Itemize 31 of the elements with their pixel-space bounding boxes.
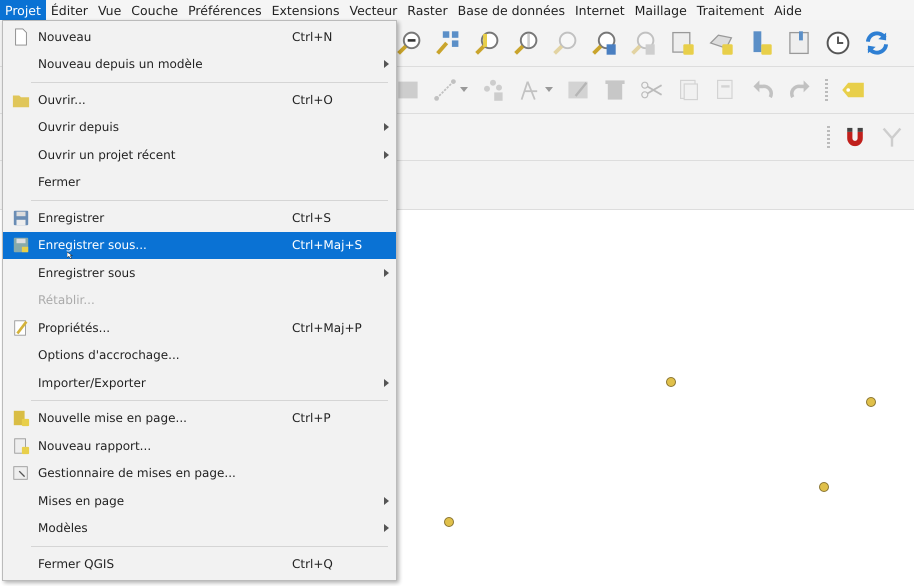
menu-item[interactable]: Nouveau Ctrl+N: [3, 23, 396, 50]
menu-bar-item[interactable]: Extensions: [266, 0, 344, 20]
menu-item[interactable]: Fermer: [3, 168, 396, 196]
menu-item[interactable]: Ouvrir depuis: [3, 114, 396, 141]
menu-item[interactable]: Enregistrer sous: [3, 259, 396, 286]
menu-bar-item[interactable]: Maillage: [630, 0, 692, 20]
menu-bar-item[interactable]: Traitement: [692, 0, 770, 20]
menu-item[interactable]: Nouveau rapport...: [3, 432, 396, 460]
menu-bar-item[interactable]: Vecteur: [344, 0, 402, 20]
menu-item[interactable]: Ouvrir... Ctrl+O: [3, 86, 396, 114]
menu-item[interactable]: Mises en page: [3, 487, 396, 514]
menu-bar-item[interactable]: Couche: [126, 0, 184, 20]
menu-bar-item[interactable]: Vue: [92, 0, 126, 20]
menu-bar-item[interactable]: Base de données: [452, 0, 570, 20]
menu-item[interactable]: Propriétés... Ctrl+Maj+P: [3, 314, 396, 342]
menu-bar-item[interactable]: Préférences: [183, 0, 267, 20]
menu-bar-item[interactable]: Raster: [402, 0, 453, 20]
menu-item[interactable]: Enregistrer Ctrl+S: [3, 204, 396, 232]
menu-item[interactable]: Nouvelle mise en page... Ctrl+P: [3, 404, 396, 432]
menu-item[interactable]: Fermer QGIS Ctrl+Q: [3, 550, 396, 578]
menu-bar-item[interactable]: Projet: [0, 0, 46, 20]
menu-item[interactable]: Options d'accrochage...: [3, 342, 396, 369]
menu-item[interactable]: Nouveau depuis un modèle: [3, 50, 396, 78]
menu-bar-item[interactable]: Éditer: [46, 0, 93, 20]
menu-item[interactable]: Enregistrer sous... Ctrl+Maj+S: [3, 232, 396, 259]
menu-item[interactable]: Importer/Exporter: [3, 369, 396, 396]
menu-item[interactable]: Modèles: [3, 514, 396, 542]
menu-item[interactable]: Ouvrir un projet récent: [3, 141, 396, 168]
menu-bar-item[interactable]: Aide: [769, 0, 807, 20]
menu-item[interactable]: Gestionnaire de mises en page...: [3, 460, 396, 487]
menu-bar-item[interactable]: Internet: [570, 0, 630, 20]
